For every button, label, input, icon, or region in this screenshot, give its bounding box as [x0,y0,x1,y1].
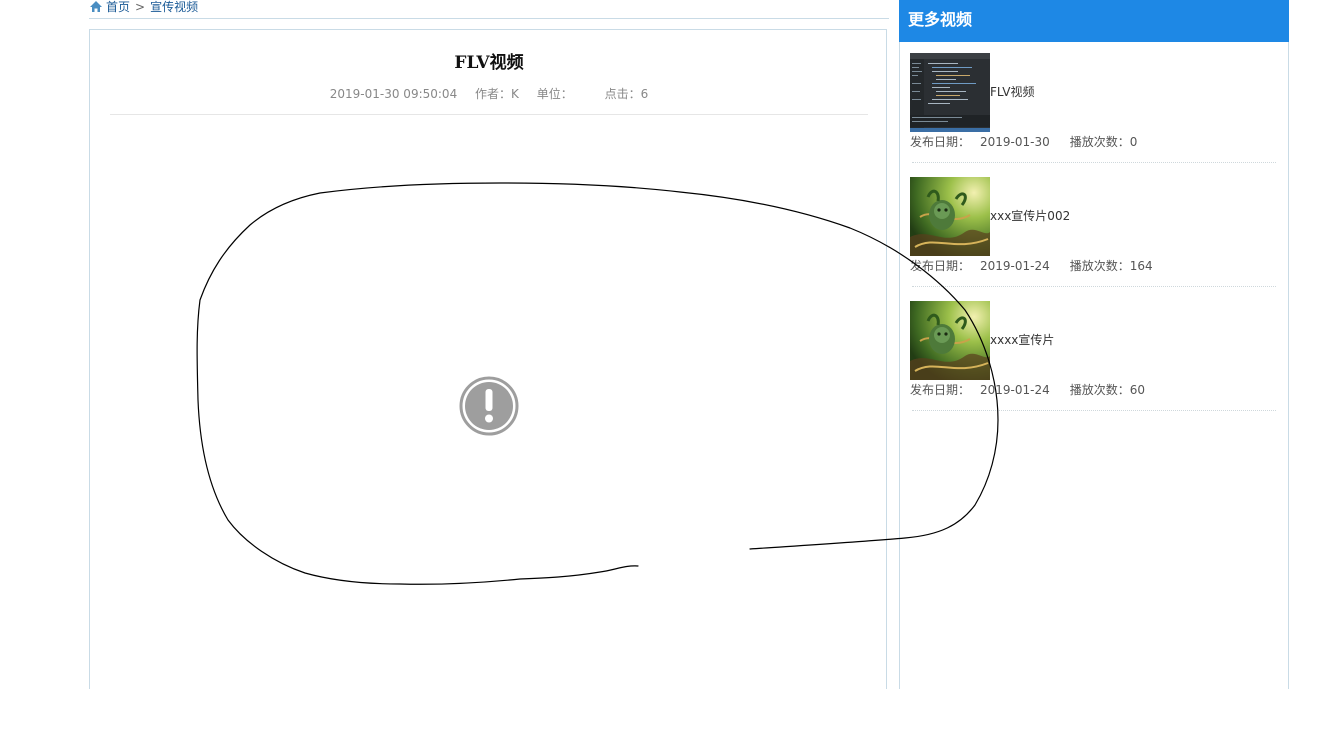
unit-label: 单位： [536,87,573,101]
article-datetime: 2019-01-30 09:50:04 [329,87,458,101]
screen-thumbnail[interactable] [910,53,990,132]
breadcrumb: 首页 > 宣传视频 [89,0,889,19]
video-title[interactable]: xxxx宣传片 [990,331,1054,348]
play-count: 0 [1129,135,1138,149]
publish-date: 2019-01-24 [980,259,1050,273]
plant-creature-thumbnail[interactable] [910,177,990,256]
item-divider [912,162,1276,163]
article-title: FLV视频 [454,53,524,73]
item-divider [912,286,1276,287]
home-icon[interactable] [89,0,103,17]
article-author: 作者：K [475,87,519,101]
video-info: 发布日期： 2019-01-24 播放次数：60 [910,381,1145,398]
clicks-label: 点击： [604,87,641,101]
publish-date: 2019-01-24 [980,383,1050,397]
exclamation-circle-icon[interactable] [458,375,520,441]
video-info: 发布日期： 2019-01-24 播放次数：164 [910,257,1153,274]
more-videos-sidebar: 更多视频 FLV视频 发布日期： 2019-01-30 播放次数：0 xxx宣传… [899,0,1289,689]
play-count-label: 播放次数： [1069,383,1130,397]
video-list-item[interactable]: FLV视频 发布日期： 2019-01-30 播放次数：0 [910,53,1278,177]
publish-date: 2019-01-30 [980,135,1050,149]
breadcrumb-home-link[interactable]: 首页 [106,0,130,14]
video-list-item[interactable]: xxx宣传片002 发布日期： 2019-01-24 播放次数：164 [910,177,1278,301]
video-title[interactable]: xxx宣传片002 [990,207,1070,224]
author-value: K [511,87,519,101]
video-info: 发布日期： 2019-01-30 播放次数：0 [910,133,1137,150]
play-count: 60 [1129,383,1146,397]
video-list-item[interactable]: xxxx宣传片 发布日期： 2019-01-24 播放次数：60 [910,301,1278,425]
breadcrumb-current-link[interactable]: 宣传视频 [150,0,198,14]
publish-date-label: 发布日期： [910,135,971,149]
video-player[interactable] [110,130,868,680]
article-clicks: 点击：6 [605,87,649,101]
play-count-label: 播放次数： [1069,135,1130,149]
publish-date-label: 发布日期： [910,383,971,397]
article-divider [110,114,868,115]
article-unit: 单位： [537,87,587,101]
author-label: 作者： [475,87,512,101]
article-meta: 2019-01-30 09:50:04 作者：K 单位： 点击：6 [90,85,888,102]
video-title[interactable]: FLV视频 [990,83,1034,100]
play-count-label: 播放次数： [1069,259,1130,273]
play-count: 164 [1129,259,1153,273]
publish-date-label: 发布日期： [910,259,971,273]
breadcrumb-separator: > [135,0,146,14]
clicks-value: 6 [640,87,649,101]
page: 首页 > 宣传视频 FLV视频 2019-01-30 09:50:04 作者：K 单… [0,0,1336,755]
plant-creature-thumbnail[interactable] [910,301,990,380]
item-divider [912,410,1276,411]
article-panel: FLV视频 2019-01-30 09:50:04 作者：K 单位： 点击：6 [89,29,887,689]
sidebar-title: 更多视频 [899,0,1289,42]
